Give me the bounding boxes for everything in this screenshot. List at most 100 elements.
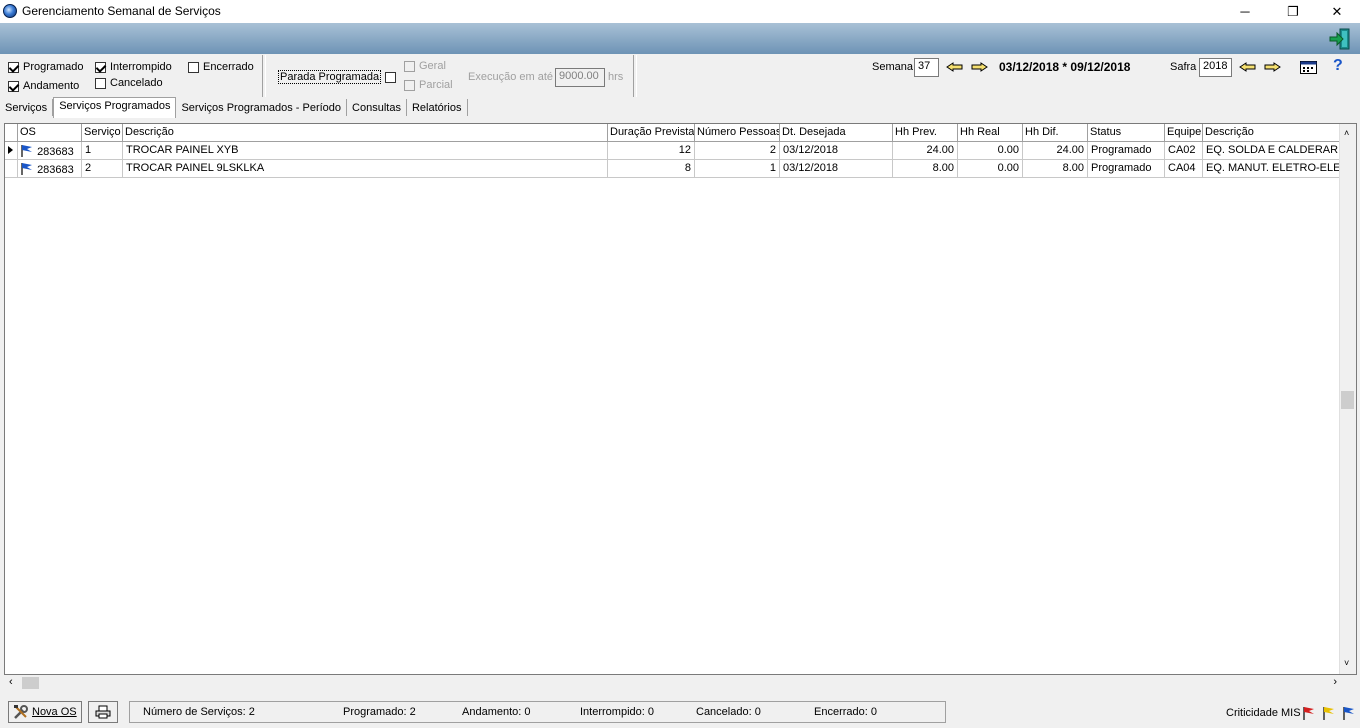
next-week-hand-icon[interactable] bbox=[970, 61, 988, 73]
flag-yellow-icon bbox=[1323, 707, 1334, 720]
filter-geral: Geral bbox=[404, 60, 446, 72]
separator bbox=[633, 55, 637, 97]
help-icon[interactable]: ? bbox=[1333, 57, 1343, 75]
scroll-right-icon[interactable]: › bbox=[1333, 676, 1337, 688]
cell-hh-dif: 8.00 bbox=[1023, 160, 1088, 178]
filter-geral-label: Geral bbox=[419, 60, 446, 72]
checkbox bbox=[404, 79, 415, 91]
minimize-button[interactable]: ─ bbox=[1222, 0, 1268, 23]
vertical-scroll-thumb[interactable] bbox=[1341, 391, 1354, 409]
tab-servicos-programados-periodo[interactable]: Serviços Programados - Período bbox=[176, 99, 348, 116]
scroll-down-icon[interactable]: ˅ bbox=[1344, 658, 1349, 668]
cell-descricao: TROCAR PAINEL XYB bbox=[123, 142, 608, 160]
semana-input[interactable]: 37 bbox=[914, 58, 939, 77]
services-grid[interactable]: OS Serviço Descrição Duração Prevista Nú… bbox=[4, 123, 1357, 675]
filter-encerrado-label: Encerrado bbox=[203, 61, 254, 73]
cell-pessoas: 1 bbox=[695, 160, 780, 178]
filter-cancelado[interactable]: Cancelado bbox=[95, 77, 163, 89]
calendar-icon[interactable] bbox=[1300, 61, 1317, 74]
column-header-os[interactable]: OS bbox=[18, 124, 82, 142]
window-title: Gerenciamento Semanal de Serviços bbox=[22, 4, 221, 18]
checkbox[interactable] bbox=[385, 71, 397, 83]
cell-os: 283683 bbox=[18, 142, 82, 160]
count-encerrado: Encerrado: 0 bbox=[814, 706, 877, 718]
column-header-equipe-descricao[interactable]: Descrição bbox=[1203, 124, 1343, 142]
count-cancelado: Cancelado: 0 bbox=[696, 706, 761, 718]
column-header-dt-desejada[interactable]: Dt. Desejada bbox=[780, 124, 893, 142]
os-number: 283683 bbox=[37, 164, 74, 176]
cell-descricao: TROCAR PAINEL 9LSKLKA bbox=[123, 160, 608, 178]
tab-servicos-programados[interactable]: Serviços Programados bbox=[53, 97, 177, 118]
safra-label: Safra bbox=[1170, 61, 1197, 73]
tab-bar: Serviços Serviços Programados Serviços P… bbox=[0, 97, 468, 119]
cell-hh-prev: 8.00 bbox=[893, 160, 958, 178]
cell-servico: 1 bbox=[82, 142, 123, 160]
filter-interrompido-label: Interrompido bbox=[110, 61, 172, 73]
column-header-duracao[interactable]: Duração Prevista bbox=[608, 124, 695, 142]
criticidade-label: Criticidade MIS bbox=[1226, 707, 1301, 719]
vertical-scrollbar[interactable]: ˄ ˅ bbox=[1339, 124, 1356, 674]
row-indicator bbox=[5, 142, 18, 160]
cell-hh-dif: 24.00 bbox=[1023, 142, 1088, 160]
column-header-hh-prev[interactable]: Hh Prev. bbox=[893, 124, 958, 142]
toolbar-ribbon bbox=[0, 23, 1360, 54]
column-header-hh-dif[interactable]: Hh Dif. bbox=[1023, 124, 1088, 142]
tab-consultas[interactable]: Consultas bbox=[347, 99, 407, 116]
printer-icon bbox=[95, 705, 111, 719]
filter-parcial-label: Parcial bbox=[419, 79, 453, 91]
column-header-servico[interactable]: Serviço bbox=[82, 124, 123, 142]
filter-andamento[interactable]: Andamento bbox=[8, 80, 79, 92]
execucao-field: 9000.00 bbox=[555, 68, 605, 87]
row-indicator bbox=[5, 160, 18, 178]
cell-status: Programado bbox=[1088, 160, 1165, 178]
title-bar: Gerenciamento Semanal de Serviços ─ ❐ ✕ bbox=[0, 0, 1360, 23]
checkbox[interactable] bbox=[188, 61, 199, 73]
app-icon bbox=[3, 4, 17, 18]
next-safra-hand-icon[interactable] bbox=[1263, 61, 1281, 73]
parada-programada-label: Parada Programada bbox=[278, 70, 382, 84]
os-number: 283683 bbox=[37, 146, 74, 158]
column-header-equipe[interactable]: Equipe bbox=[1165, 124, 1203, 142]
column-header-pessoas[interactable]: Número Pessoas bbox=[695, 124, 780, 142]
horizontal-scrollbar[interactable]: ‹ › bbox=[4, 675, 1341, 691]
execucao-label: Execução em até bbox=[468, 71, 553, 83]
tab-relatorios[interactable]: Relatórios bbox=[407, 99, 468, 116]
count-andamento: Andamento: 0 bbox=[462, 706, 531, 718]
nova-os-button[interactable]: Nova OS bbox=[8, 701, 82, 723]
execucao-unit: hrs bbox=[608, 71, 624, 83]
nova-os-label: Nova OS bbox=[32, 706, 77, 718]
cell-equipe: CA04 bbox=[1165, 160, 1203, 178]
column-header-hh-real[interactable]: Hh Real bbox=[958, 124, 1023, 142]
parada-programada-toggle[interactable]: Parada Programada bbox=[278, 70, 397, 84]
print-button[interactable] bbox=[88, 701, 118, 723]
previous-week-hand-icon[interactable] bbox=[946, 61, 964, 73]
cell-equipe-descricao: EQ. SOLDA E CALDERARIA bbox=[1203, 142, 1343, 160]
cell-status: Programado bbox=[1088, 142, 1165, 160]
tools-icon bbox=[14, 705, 28, 719]
filter-programado[interactable]: Programado bbox=[8, 61, 84, 73]
restore-button[interactable]: ❐ bbox=[1270, 0, 1316, 23]
filter-andamento-label: Andamento bbox=[23, 80, 80, 92]
column-header-descricao[interactable]: Descrição bbox=[123, 124, 608, 142]
cell-hh-real: 0.00 bbox=[958, 160, 1023, 178]
tab-servicos[interactable]: Serviços bbox=[0, 99, 54, 116]
filter-encerrado[interactable]: Encerrado bbox=[188, 61, 254, 73]
checkbox[interactable] bbox=[95, 61, 106, 73]
numero-servicos: Número de Serviços: 2 bbox=[143, 706, 255, 718]
flag-red-icon bbox=[1303, 707, 1314, 720]
checkbox[interactable] bbox=[95, 77, 106, 89]
cell-hh-prev: 24.00 bbox=[893, 142, 958, 160]
filter-interrompido[interactable]: Interrompido bbox=[95, 61, 172, 73]
exit-icon[interactable] bbox=[1328, 27, 1352, 51]
previous-safra-hand-icon[interactable] bbox=[1239, 61, 1257, 73]
scroll-left-icon[interactable]: ‹ bbox=[9, 676, 13, 688]
horizontal-scroll-thumb[interactable] bbox=[22, 677, 39, 689]
close-button[interactable]: ✕ bbox=[1314, 0, 1360, 23]
column-header-status[interactable]: Status bbox=[1088, 124, 1165, 142]
current-row-arrow-icon bbox=[8, 146, 13, 154]
checkbox[interactable] bbox=[8, 61, 19, 73]
checkbox[interactable] bbox=[8, 80, 19, 92]
scroll-up-icon[interactable]: ˄ bbox=[1344, 128, 1349, 138]
cell-os: 283683 bbox=[18, 160, 82, 178]
safra-input[interactable]: 2018 bbox=[1199, 58, 1232, 77]
